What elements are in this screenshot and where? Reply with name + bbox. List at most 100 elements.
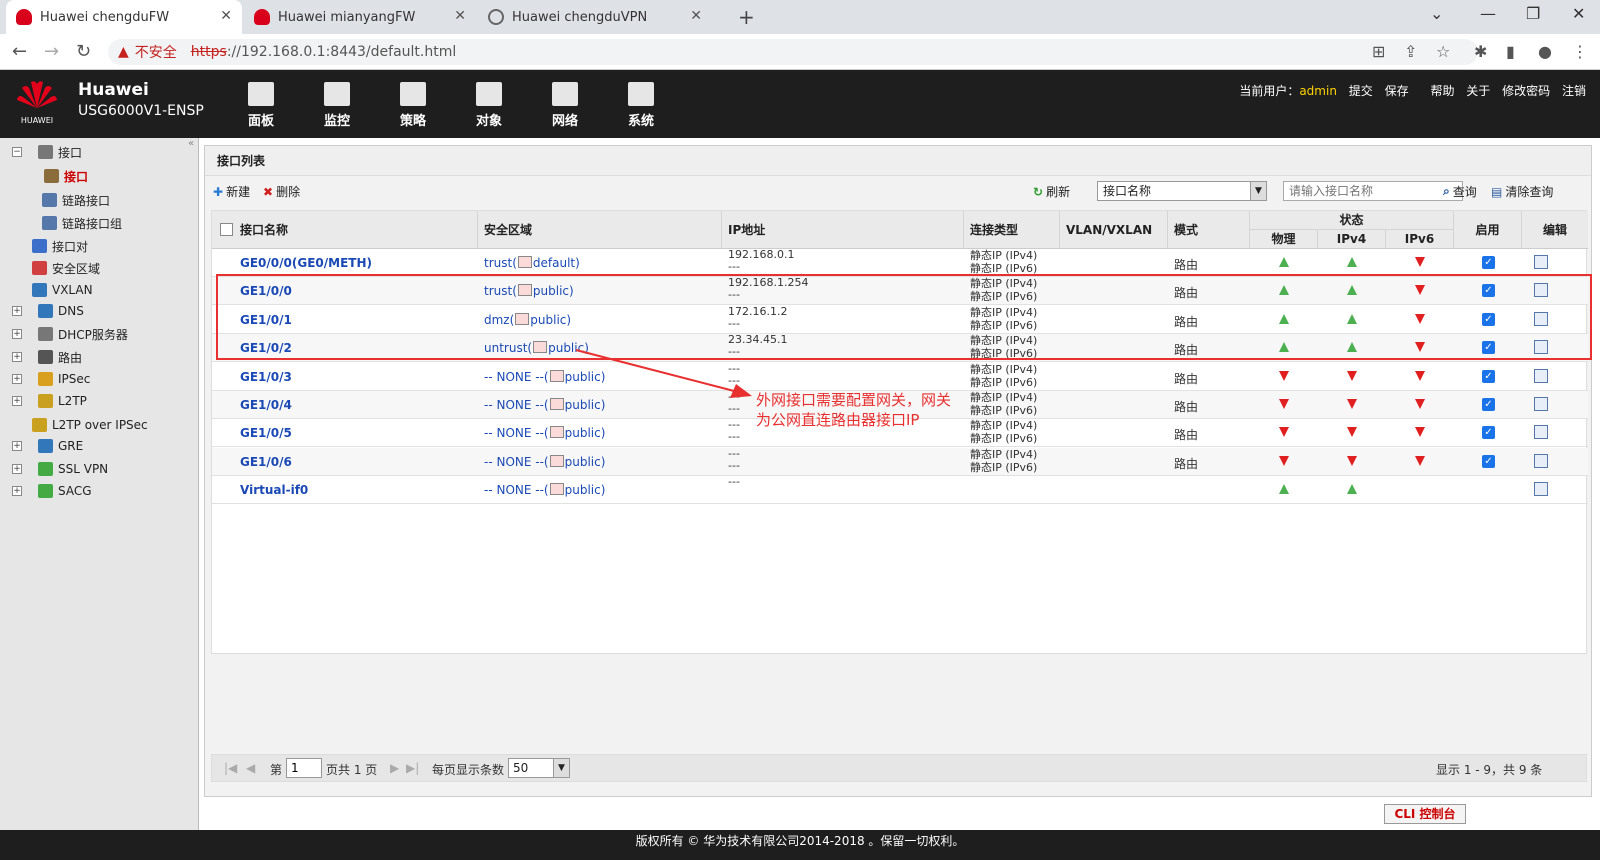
change-password-link[interactable]: 修改密码 xyxy=(1502,84,1550,98)
select-all-checkbox[interactable] xyxy=(220,223,233,236)
browser-menu-icon[interactable]: ⋮ xyxy=(1572,42,1588,61)
new-button[interactable]: ✚ 新建 xyxy=(213,183,250,200)
expand-icon[interactable]: + xyxy=(12,396,22,406)
expand-icon[interactable]: + xyxy=(12,464,22,474)
bookmark-star-icon[interactable]: ☆ xyxy=(1436,42,1450,61)
expand-icon[interactable]: + xyxy=(12,329,22,339)
table-row[interactable]: GE0/0/0(GE0/METH) trust(default) 192.168.0… xyxy=(212,249,1588,277)
sidebar-item[interactable]: + GRE xyxy=(12,436,83,456)
col-header-name[interactable]: 接口名称 xyxy=(212,211,478,249)
edit-icon[interactable] xyxy=(1534,368,1548,383)
close-window-icon[interactable]: ✕ xyxy=(1572,4,1585,23)
sidebar-item[interactable]: VXLAN xyxy=(32,280,93,300)
enable-checkbox[interactable]: ✓ xyxy=(1482,256,1495,269)
status-down-arrow-icon xyxy=(1347,399,1357,409)
maximize-icon[interactable]: ❐ xyxy=(1526,4,1540,23)
col-header-ip[interactable]: IP地址 xyxy=(722,211,964,249)
url-field[interactable]: ▲ 不安全 https ://192.168.0.1:8443/default.… xyxy=(108,39,1478,65)
close-tab-icon[interactable]: ✕ xyxy=(690,8,702,24)
commit-link[interactable]: 提交 xyxy=(1349,84,1373,98)
menu-object[interactable]: 对象 xyxy=(464,82,514,129)
page-number-input[interactable] xyxy=(286,758,322,778)
refresh-button[interactable]: ↻ 刷新 xyxy=(1033,183,1070,200)
next-page-icon[interactable]: ▶ xyxy=(390,761,399,775)
expand-icon[interactable]: + xyxy=(12,441,22,451)
close-tab-icon[interactable]: ✕ xyxy=(454,8,466,24)
prev-page-icon[interactable]: ◀ xyxy=(246,761,255,775)
close-tab-icon[interactable]: ✕ xyxy=(220,8,232,24)
menu-dashboard[interactable]: 面板 xyxy=(236,82,286,129)
sidebar-item[interactable]: + SSL VPN xyxy=(12,459,108,479)
edit-icon[interactable] xyxy=(1534,397,1548,411)
logout-link[interactable]: 注销 xyxy=(1562,84,1586,98)
edit-icon[interactable] xyxy=(1534,425,1548,440)
save-link[interactable]: 保存 xyxy=(1385,84,1409,98)
security-label[interactable]: 不安全 xyxy=(135,42,177,62)
table-row[interactable]: GE1/0/3 -- NONE --(public) --- --- 静态IP (IPv… xyxy=(212,362,1588,391)
browser-tab-2[interactable]: Huawei chengduVPN ✕ xyxy=(478,0,712,34)
edit-icon[interactable] xyxy=(1534,482,1548,497)
col-header-mode[interactable]: 模式 xyxy=(1168,211,1250,249)
side-panel-icon[interactable]: ▮ xyxy=(1506,42,1515,61)
sidebar-item[interactable]: 安全区域 xyxy=(32,258,100,278)
about-link[interactable]: 关于 xyxy=(1466,84,1490,98)
share-icon[interactable]: ⇪ xyxy=(1404,42,1417,61)
enable-checkbox[interactable]: ✓ xyxy=(1482,426,1495,440)
page-size-select[interactable]: 50 ▼ xyxy=(508,758,570,778)
search-field-select[interactable]: 接口名称 ▼ xyxy=(1097,181,1267,201)
extensions-icon[interactable]: ✱ xyxy=(1474,42,1487,61)
col-header-zone[interactable]: 安全区域 xyxy=(478,211,722,249)
expand-icon[interactable]: + xyxy=(12,374,22,384)
sidebar-item[interactable]: 链路接口组 xyxy=(42,213,122,233)
col-header-type[interactable]: 连接类型 xyxy=(964,211,1060,249)
sidebar-item[interactable]: L2TP over IPSec xyxy=(32,415,148,435)
last-page-icon[interactable]: ▶| xyxy=(406,761,419,775)
table-row[interactable]: Virtual-if0 -- NONE --(public) --- xyxy=(212,476,1588,505)
clear-query-button[interactable]: ▤ 清除查询 xyxy=(1491,183,1553,200)
sidebar-item[interactable]: 接口对 xyxy=(32,236,88,256)
forward-icon[interactable]: → xyxy=(44,41,59,62)
sidebar-item[interactable]: + IPSec xyxy=(12,369,90,389)
sidebar-item[interactable]: + L2TP xyxy=(12,391,87,411)
help-link[interactable]: 帮助 xyxy=(1430,84,1454,98)
delete-button[interactable]: ✖ 删除 xyxy=(263,183,300,200)
expand-icon[interactable]: + xyxy=(12,352,22,362)
menu-policy[interactable]: 策略 xyxy=(388,82,438,129)
search-input[interactable] xyxy=(1283,181,1463,201)
col-header-vlan[interactable]: VLAN/VXLAN xyxy=(1060,211,1168,249)
enable-checkbox[interactable]: ✓ xyxy=(1482,369,1495,383)
collapse-sidebar-icon[interactable]: « xyxy=(188,138,194,149)
sidebar-item[interactable]: 链路接口 xyxy=(42,190,110,210)
browser-tab-0[interactable]: Huawei chengduFW ✕ xyxy=(6,0,242,34)
new-tab-icon[interactable]: + xyxy=(738,5,755,29)
expand-icon[interactable]: + xyxy=(12,306,22,316)
enable-checkbox[interactable]: ✓ xyxy=(1482,398,1495,411)
edit-icon[interactable] xyxy=(1534,255,1548,269)
profile-icon[interactable]: ● xyxy=(1538,42,1552,61)
minimize-icon[interactable]: — xyxy=(1480,4,1496,23)
menu-system[interactable]: 系统 xyxy=(616,82,666,129)
sidebar-item[interactable]: + DNS xyxy=(12,301,84,321)
edit-icon[interactable] xyxy=(1534,453,1548,468)
cli-console-button[interactable]: CLI 控制台 xyxy=(1384,804,1466,824)
security-zone-link[interactable]: -- NONE --(public) xyxy=(484,483,605,511)
table-row[interactable]: GE1/0/6 -- NONE --(public) --- --- 静态IP (IPv… xyxy=(212,447,1588,476)
first-page-icon[interactable]: |◀ xyxy=(224,761,237,775)
sidebar-item[interactable]: + DHCP服务器 xyxy=(12,324,128,344)
translate-icon[interactable]: ⊞ xyxy=(1372,42,1385,61)
menu-monitor[interactable]: 监控 xyxy=(312,82,362,129)
tab-search-chevron-icon[interactable]: ⌄ xyxy=(1430,4,1443,23)
query-button[interactable]: ⌕ 查询 xyxy=(1443,183,1477,200)
sidebar-item[interactable]: + 路由 xyxy=(12,347,82,367)
menu-network[interactable]: 网络 xyxy=(540,82,590,129)
browser-tab-1[interactable]: Huawei mianyangFW ✕ xyxy=(244,0,476,34)
interface-name-link[interactable]: Virtual-if0 xyxy=(240,483,308,511)
sidebar-item[interactable]: 接口 xyxy=(44,166,88,186)
collapse-icon[interactable]: − xyxy=(12,147,22,157)
reload-icon[interactable]: ↻ xyxy=(76,41,91,62)
sidebar-item[interactable]: − 接口 xyxy=(12,142,82,162)
sidebar-item[interactable]: + SACG xyxy=(12,481,92,501)
back-icon[interactable]: ← xyxy=(12,41,27,62)
expand-icon[interactable]: + xyxy=(12,486,22,496)
enable-checkbox[interactable]: ✓ xyxy=(1482,454,1495,468)
